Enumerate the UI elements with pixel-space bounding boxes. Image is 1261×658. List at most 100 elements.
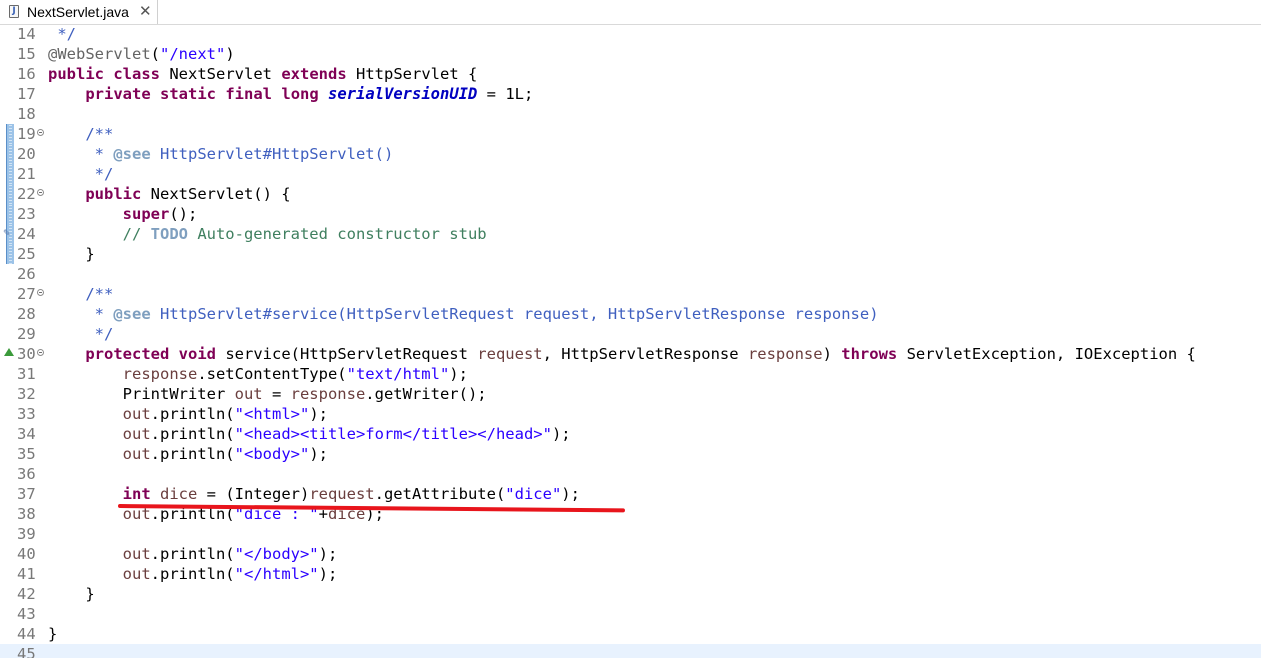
tab-nextservlet-java[interactable]: J NextServlet.java ✕ (0, 0, 158, 24)
code-token: out (122, 445, 151, 463)
code-token: static (160, 85, 216, 103)
code-line[interactable]: 16 public class NextServlet extends HttpS… (0, 64, 1261, 84)
code-token: "</html>" (234, 565, 319, 583)
editor-tab-bar: J NextServlet.java ✕ (0, 0, 1261, 25)
code-text: * @see HttpServlet#service(HttpServletRe… (48, 304, 879, 324)
change-marker (6, 144, 14, 164)
code-token: */ (48, 325, 114, 343)
code-text: private static final long serialVersionU… (48, 84, 533, 104)
code-token: dice (160, 485, 198, 503)
change-marker (6, 204, 14, 224)
code-text: } (48, 624, 57, 644)
code-token: @see (113, 145, 151, 163)
code-line[interactable]: 43 (0, 604, 1261, 624)
code-token: = (262, 385, 291, 403)
code-line[interactable]: 27 /** (0, 284, 1261, 304)
code-line[interactable]: 30 protected void service(HttpServletReq… (0, 344, 1261, 364)
code-line[interactable]: 34 out.println("<head><title>form</title… (0, 424, 1261, 444)
code-line[interactable]: 37 int dice = (Integer)request.getAttrib… (0, 484, 1261, 504)
code-line[interactable]: ✎ 24 // TODO Auto-generated constructor s… (0, 224, 1261, 244)
code-line[interactable]: 42 } (0, 584, 1261, 604)
override-icon[interactable] (4, 348, 14, 356)
code-line[interactable]: 41 out.println("</html>"); (0, 564, 1261, 584)
task-icon[interactable]: ✎ (3, 230, 12, 239)
code-line[interactable]: 29 */ (0, 324, 1261, 344)
line-number: 30 (17, 345, 36, 363)
code-line[interactable]: 19 /** (0, 124, 1261, 144)
code-line[interactable]: 45 (0, 644, 1261, 658)
fold-toggle-icon[interactable] (37, 129, 44, 136)
code-token: response (290, 385, 366, 403)
line-number: 45 (17, 645, 36, 658)
code-line[interactable]: 44} (0, 624, 1261, 644)
code-token: * (48, 145, 114, 163)
code-token: response (747, 345, 823, 363)
code-line[interactable]: 22 public NextServlet() { (0, 184, 1261, 204)
code-token: ); (309, 445, 328, 463)
fold-toggle-icon[interactable] (37, 349, 44, 356)
code-token: .getAttribute( (374, 485, 506, 503)
code-line[interactable]: 26 (0, 264, 1261, 284)
code-token: (); (169, 205, 198, 223)
line-number: 28 (17, 305, 36, 323)
code-line[interactable]: 20 * @see HttpServlet#HttpServlet() (0, 144, 1261, 164)
code-token: long (281, 85, 319, 103)
code-line[interactable]: 21 */ (0, 164, 1261, 184)
code-line[interactable]: 18 (0, 104, 1261, 124)
code-line[interactable]: 23 super(); (0, 204, 1261, 224)
code-token: "text/html" (346, 365, 450, 383)
line-number: 21 (17, 165, 36, 183)
code-line[interactable]: 28 * @see HttpServlet#service(HttpServle… (0, 304, 1261, 324)
code-line[interactable]: 35 out.println("<body>"); (0, 444, 1261, 464)
fold-toggle-icon[interactable] (37, 289, 44, 296)
code-text: // TODO Auto-generated constructor stub (48, 224, 487, 244)
code-line[interactable]: 14 */ (0, 24, 1261, 44)
code-token: ); (318, 565, 338, 583)
code-token: protected (85, 345, 170, 363)
code-token: extends (281, 65, 347, 83)
change-marker (6, 184, 14, 204)
code-token: ) (822, 345, 842, 363)
code-text: public NextServlet() { (48, 184, 290, 204)
change-marker (6, 244, 14, 264)
close-icon[interactable]: ✕ (139, 2, 152, 20)
line-number: 35 (17, 445, 36, 463)
code-token: void (178, 345, 216, 363)
code-line[interactable]: 15 @WebServlet("/next") (0, 44, 1261, 64)
line-number: 41 (17, 565, 36, 583)
code-line[interactable]: 17 private static final long serialVersi… (0, 84, 1261, 104)
line-number: 17 (17, 85, 36, 103)
code-text: */ (48, 324, 114, 344)
code-editor[interactable]: J NextServlet.java ✕ 14 */15 @WebServlet(… (0, 0, 1261, 658)
line-number: 31 (17, 365, 36, 383)
code-token: throws (841, 345, 898, 363)
code-line[interactable]: 40 out.println("</body>"); (0, 544, 1261, 564)
fold-toggle-icon[interactable] (37, 189, 44, 196)
code-token: "<body>" (234, 445, 310, 463)
code-line[interactable]: 31 response.setContentType("text/html"); (0, 364, 1261, 384)
code-token: public (48, 65, 104, 83)
code-token: out (122, 545, 151, 563)
code-token: ); (551, 425, 571, 443)
code-text: out.println("<html>"); (48, 404, 328, 424)
code-token: ); (561, 485, 580, 503)
code-line[interactable]: 25 } (0, 244, 1261, 264)
line-number: 16 (17, 65, 36, 83)
code-line[interactable]: 39 (0, 524, 1261, 544)
code-line[interactable]: 36 (0, 464, 1261, 484)
line-number: 40 (17, 545, 36, 563)
code-area[interactable]: 14 */15 @WebServlet("/next") 16 public clas… (0, 24, 1261, 658)
code-line[interactable]: 32 PrintWriter out = response.getWriter(… (0, 384, 1261, 404)
code-line[interactable]: 33 out.println("<html>"); (0, 404, 1261, 424)
code-text: response.setContentType("text/html"); (48, 364, 468, 384)
code-token: ); (318, 545, 338, 563)
